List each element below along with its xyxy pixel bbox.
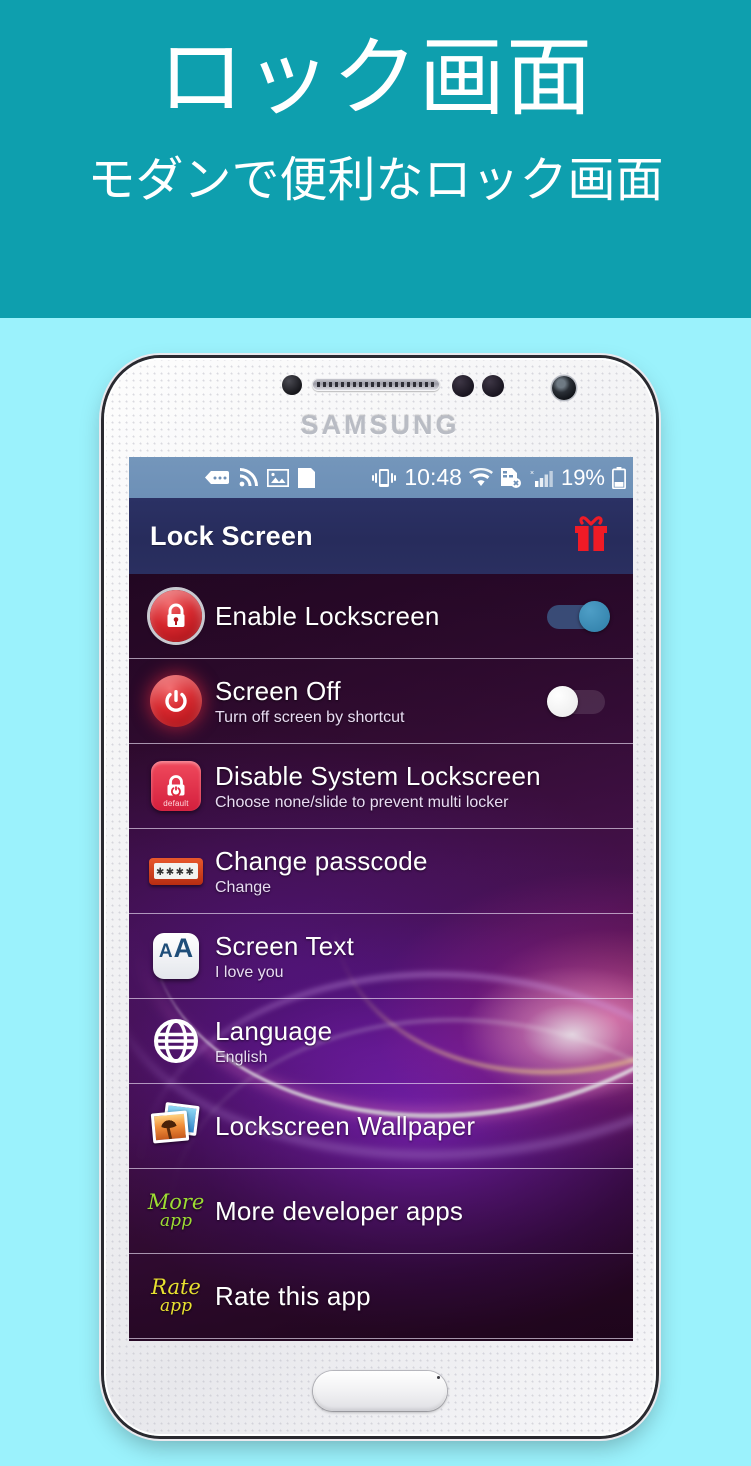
passcode-icon-text: ✱✱✱✱	[154, 863, 198, 879]
rate-app-icon: Rate app	[147, 1267, 205, 1325]
list-item-text: Lockscreen Wallpaper	[215, 1111, 619, 1142]
list-item-text: Change passcode Change	[215, 846, 619, 897]
status-bar-right-icons: 10:48 × 19%	[371, 464, 626, 491]
text-size-icon-small-a: A	[158, 941, 173, 962]
settings-list: Enable Lockscreen Screen Off Turn off sc…	[129, 574, 633, 1341]
toggle-screen-off[interactable]	[547, 686, 613, 717]
status-bar-left-icons	[205, 467, 315, 488]
home-button[interactable]	[313, 1371, 447, 1411]
toggle-knob	[547, 686, 578, 717]
sdcard-icon	[298, 467, 315, 488]
list-item-title: Screen Text	[215, 930, 355, 961]
list-item-subtitle: I love you	[215, 963, 284, 981]
list-item-title: Enable Lockscreen	[215, 600, 440, 631]
list-item-text: Disable System Lockscreen Choose none/sl…	[215, 761, 619, 812]
promo-banner: ロック画面 モダンで便利なロック画面	[0, 0, 751, 318]
list-item-screen-text[interactable]: AA Screen Text I love you	[129, 914, 633, 999]
photo-front	[150, 1110, 190, 1144]
list-item-language[interactable]: Language English	[129, 999, 633, 1084]
image-icon	[267, 468, 289, 487]
gesture-sensor-icon	[482, 375, 504, 397]
rss-icon	[238, 467, 258, 488]
more-app-icon: More app	[147, 1182, 205, 1240]
list-item-title: Disable System Lockscreen	[215, 760, 541, 791]
list-item-text: Language English	[215, 1016, 619, 1067]
banner-title: ロック画面	[158, 28, 593, 128]
more-app-icon-line1: More	[147, 1189, 205, 1214]
list-item-title: Language	[215, 1015, 333, 1046]
list-item-subtitle: Turn off screen by shortcut	[215, 708, 405, 726]
battery-percent-label: 19%	[560, 464, 605, 490]
front-camera-icon	[552, 376, 576, 400]
lock-default-icon: default	[147, 757, 205, 815]
banner-subtitle: モダンで便利なロック画面	[87, 152, 664, 209]
list-item-rate-this-app[interactable]: Rate app Rate this app	[129, 1254, 633, 1339]
list-item-screen-off[interactable]: Screen Off Turn off screen by shortcut	[129, 659, 633, 744]
list-item-disable-system-lockscreen[interactable]: default Disable System Lockscreen Choose…	[129, 744, 633, 829]
message-icon	[205, 470, 229, 486]
list-item-title: Rate this app	[215, 1280, 371, 1311]
more-app-icon-line2: app	[160, 1210, 192, 1231]
earpiece-speaker-icon	[312, 378, 440, 391]
phone-top-bezel: SAMSUNG	[104, 358, 656, 460]
svg-text:×: ×	[530, 470, 534, 477]
rate-app-icon-line1: Rate	[151, 1274, 201, 1299]
list-item-title: Screen Off	[215, 675, 341, 706]
list-item-text: Enable Lockscreen	[215, 601, 547, 632]
list-item-subtitle: Change	[215, 878, 272, 896]
toggle-knob	[579, 601, 610, 632]
vibrate-icon	[371, 468, 397, 488]
power-circle-icon	[147, 672, 205, 730]
list-item-lockscreen-wallpaper[interactable]: Lockscreen Wallpaper	[129, 1084, 633, 1169]
list-item-text: Rate this app	[215, 1281, 619, 1312]
phone-brand-label: SAMSUNG	[300, 410, 460, 440]
status-bar-clock: 10:48	[404, 464, 462, 490]
phone-screen: 10:48 × 19% Lock Screen Enable Lockscree…	[129, 457, 633, 1341]
photos-icon	[147, 1097, 205, 1155]
list-item-text: More developer apps	[215, 1196, 619, 1227]
gift-icon[interactable]	[571, 515, 611, 558]
passcode-icon: ✱✱✱✱	[147, 842, 205, 900]
status-bar: 10:48 × 19%	[129, 457, 633, 498]
list-item-title: More developer apps	[215, 1195, 464, 1226]
list-item-subtitle: Choose none/slide to prevent multi locke…	[215, 793, 509, 811]
lock-circle-icon	[147, 587, 205, 645]
rate-app-icon-line2: app	[160, 1295, 192, 1316]
list-item-more-developer-apps[interactable]: More app More developer apps	[129, 1169, 633, 1254]
proximity-sensor-icon	[282, 375, 302, 395]
wifi-icon	[468, 468, 493, 487]
app-bar: Lock Screen	[129, 498, 633, 574]
text-size-icon-large-a: A	[173, 933, 194, 963]
list-item-subtitle: English	[215, 1048, 268, 1066]
list-item-text: Screen Off Turn off screen by shortcut	[215, 676, 547, 727]
list-item-enable-lockscreen[interactable]: Enable Lockscreen	[129, 574, 633, 659]
list-item-change-passcode[interactable]: ✱✱✱✱ Change passcode Change	[129, 829, 633, 914]
list-item-text: Screen Text I love you	[215, 931, 619, 982]
battery-icon	[612, 466, 626, 489]
page-title: Lock Screen	[150, 520, 313, 551]
phone-mockup: SAMSUNG 10:48 × 19% Lock Screen Enable L…	[104, 358, 656, 1436]
signal-bars-icon: ×	[530, 468, 554, 488]
list-item-title: Lockscreen Wallpaper	[215, 1110, 476, 1141]
light-sensor-icon	[452, 375, 474, 397]
text-size-icon: AA	[147, 927, 205, 985]
toggle-enable-lockscreen[interactable]	[547, 601, 613, 632]
sim-error-icon	[500, 467, 523, 488]
list-item-title: Change passcode	[215, 845, 428, 876]
globe-icon	[147, 1012, 205, 1070]
settings-rows: Enable Lockscreen Screen Off Turn off sc…	[129, 574, 633, 1339]
palm-fronds	[158, 1117, 180, 1129]
icon-caption: default	[163, 799, 189, 808]
